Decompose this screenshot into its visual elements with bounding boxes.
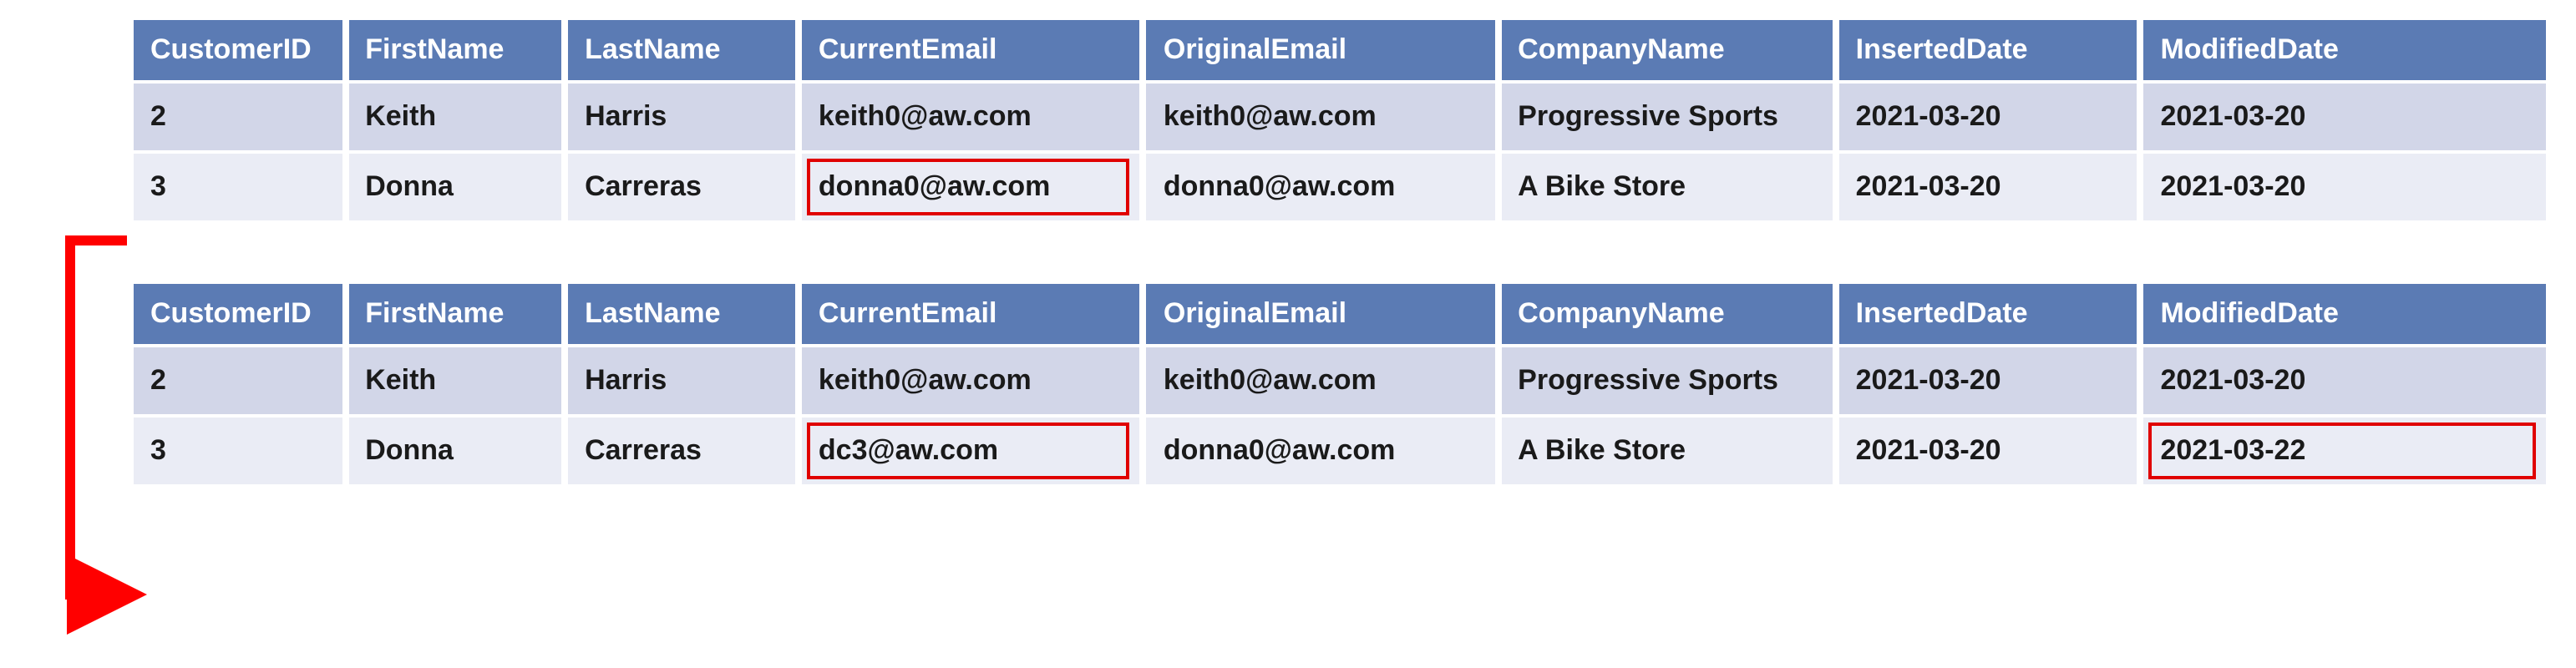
table-header-row: CustomerID FirstName LastName CurrentEma… <box>134 284 2546 344</box>
cell-first-name: Donna <box>348 154 561 220</box>
cell-first-name: Donna <box>348 418 561 484</box>
table-row: 3 Donna Carreras dc3@aw.com donna0@aw.co… <box>134 418 2546 484</box>
cell-original-email: donna0@aw.com <box>1147 154 1494 220</box>
col-first-name: FirstName <box>348 20 561 80</box>
col-company-name: CompanyName <box>1501 20 1832 80</box>
cell-original-email: keith0@aw.com <box>1147 84 1494 150</box>
table-row: 2 Keith Harris keith0@aw.com keith0@aw.c… <box>134 347 2546 414</box>
cell-company-name: A Bike Store <box>1501 418 1832 484</box>
cell-original-email: donna0@aw.com <box>1147 418 1494 484</box>
cell-customer-id: 3 <box>134 154 342 220</box>
col-modified-date: ModifiedDate <box>2143 20 2546 80</box>
cell-last-name: Carreras <box>568 418 795 484</box>
col-inserted-date: InsertedDate <box>1839 20 2137 80</box>
cell-modified-date: 2021-03-20 <box>2143 84 2546 150</box>
arrow-icon <box>53 234 154 618</box>
table-row: 3 Donna Carreras donna0@aw.com donna0@aw… <box>134 154 2546 220</box>
cell-current-email: keith0@aw.com <box>802 347 1140 414</box>
table-before: CustomerID FirstName LastName CurrentEma… <box>127 17 2553 224</box>
cell-last-name: Harris <box>568 347 795 414</box>
table-row: 2 Keith Harris keith0@aw.com keith0@aw.c… <box>134 84 2546 150</box>
cell-first-name: Keith <box>348 84 561 150</box>
cell-company-name: A Bike Store <box>1501 154 1832 220</box>
col-last-name: LastName <box>568 284 795 344</box>
col-modified-date: ModifiedDate <box>2143 284 2546 344</box>
table-header-row: CustomerID FirstName LastName CurrentEma… <box>134 20 2546 80</box>
cell-customer-id: 3 <box>134 418 342 484</box>
cell-inserted-date: 2021-03-20 <box>1839 84 2137 150</box>
cell-customer-id: 2 <box>134 84 342 150</box>
col-current-email: CurrentEmail <box>802 284 1140 344</box>
cell-current-email: dc3@aw.com <box>802 418 1140 484</box>
cell-original-email: keith0@aw.com <box>1147 347 1494 414</box>
cell-current-email: donna0@aw.com <box>802 154 1140 220</box>
col-current-email: CurrentEmail <box>802 20 1140 80</box>
cell-customer-id: 2 <box>134 347 342 414</box>
cell-inserted-date: 2021-03-20 <box>1839 347 2137 414</box>
col-inserted-date: InsertedDate <box>1839 284 2137 344</box>
cell-inserted-date: 2021-03-20 <box>1839 418 2137 484</box>
col-original-email: OriginalEmail <box>1147 284 1494 344</box>
table-after: CustomerID FirstName LastName CurrentEma… <box>127 281 2553 488</box>
cell-modified-date: 2021-03-22 <box>2143 418 2546 484</box>
col-last-name: LastName <box>568 20 795 80</box>
cell-first-name: Keith <box>348 347 561 414</box>
cell-last-name: Harris <box>568 84 795 150</box>
col-first-name: FirstName <box>348 284 561 344</box>
col-company-name: CompanyName <box>1501 284 1832 344</box>
col-original-email: OriginalEmail <box>1147 20 1494 80</box>
cell-company-name: Progressive Sports <box>1501 347 1832 414</box>
cell-modified-date: 2021-03-20 <box>2143 154 2546 220</box>
col-customer-id: CustomerID <box>134 20 342 80</box>
cell-inserted-date: 2021-03-20 <box>1839 154 2137 220</box>
cell-last-name: Carreras <box>568 154 795 220</box>
col-customer-id: CustomerID <box>134 284 342 344</box>
cell-current-email: keith0@aw.com <box>802 84 1140 150</box>
cell-modified-date: 2021-03-20 <box>2143 347 2546 414</box>
cell-company-name: Progressive Sports <box>1501 84 1832 150</box>
